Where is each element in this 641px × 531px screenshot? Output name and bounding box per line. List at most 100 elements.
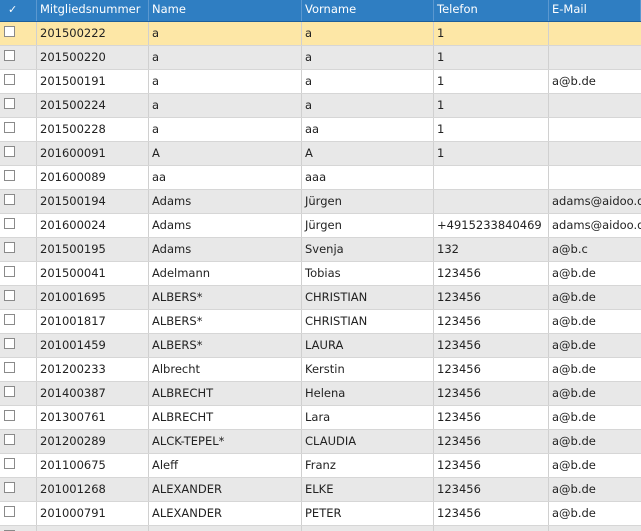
cell-vorname: ELKE [302,478,434,501]
cell-mitgliedsnummer: 201500041 [37,262,149,285]
row-checkbox[interactable] [4,458,15,469]
table-row[interactable]: 201001695 ALBERS* CHRISTIAN 123456 a@b.de [0,286,641,310]
cell-email: a@b.de [552,74,596,88]
cell-name: ALCK-TEPEL* [149,430,302,453]
table-row[interactable]: 201600089 aa aaa [0,166,641,190]
cell-vorname: CHRISTIAN [302,286,434,309]
cell-mitgliedsnummer: 201200289 [37,430,149,453]
cell-name: a [149,118,302,141]
table-row[interactable]: 201200233 Albrecht Kerstin 123456 a@b.de [0,358,641,382]
table-row[interactable]: 201500220 a a 1 [0,46,641,70]
row-checkbox[interactable] [4,194,15,205]
row-select-cell [0,46,37,69]
row-select-cell [0,94,37,117]
row-checkbox[interactable] [4,170,15,181]
table-row[interactable]: 201500195 Adams Svenja 132 a@b.c [0,238,641,262]
column-header-vorname[interactable]: Vorname [302,0,434,21]
row-select-cell [0,406,37,429]
cell-name: ALBERS* [149,310,302,333]
cell-vorname [302,526,434,531]
check-icon[interactable]: ✓ [8,0,17,19]
cell-email: adams@aidoo.de [552,218,641,232]
cell-telefon [434,166,549,189]
cell-vorname: CHRISTIAN [302,310,434,333]
row-checkbox[interactable] [4,290,15,301]
row-checkbox[interactable] [4,506,15,517]
row-checkbox[interactable] [4,434,15,445]
column-header-telefon[interactable]: Telefon [434,0,549,21]
cell-telefon: 123456 [434,478,549,501]
column-header-name[interactable]: Name [149,0,302,21]
row-checkbox[interactable] [4,410,15,421]
cell-email [549,166,641,189]
cell-mitgliedsnummer: 201500224 [37,94,149,117]
row-select-cell [0,310,37,333]
row-checkbox[interactable] [4,50,15,61]
cell-email: a@b.de [552,410,596,424]
cell-mitgliedsnummer: 201500194 [37,190,149,213]
table-row[interactable]: 201300761 ALBRECHT Lara 123456 a@b.de [0,406,641,430]
row-checkbox[interactable] [4,26,15,37]
cell-name: a [149,46,302,69]
table-row[interactable] [0,526,641,531]
table-row[interactable]: 201500228 a aa 1 [0,118,641,142]
cell-telefon [434,526,549,531]
table-row[interactable]: 201400387 ALBRECHT Helena 123456 a@b.de [0,382,641,406]
row-checkbox[interactable] [4,338,15,349]
cell-vorname: Helena [302,382,434,405]
row-select-cell [0,430,37,453]
cell-name: Albrecht [149,358,302,381]
cell-vorname: Franz [302,454,434,477]
cell-email: adams@aidoo.de [552,194,641,208]
table-row[interactable]: 201000791 ALEXANDER PETER 123456 a@b.de [0,502,641,526]
row-select-cell [0,454,37,477]
cell-vorname: Lara [302,406,434,429]
row-checkbox[interactable] [4,242,15,253]
row-select-cell [0,382,37,405]
cell-telefon: 123456 [434,382,549,405]
table-row[interactable]: 201200289 ALCK-TEPEL* CLAUDIA 123456 a@b.de [0,430,641,454]
row-checkbox[interactable] [4,314,15,325]
table-row[interactable]: 201001817 ALBERS* CHRISTIAN 123456 a@b.de [0,310,641,334]
cell-mitgliedsnummer: 201001459 [37,334,149,357]
table-row[interactable]: 201600024 Adams Jürgen +4915233840469 adams@… [0,214,641,238]
row-checkbox[interactable] [4,482,15,493]
table-row[interactable]: 201001459 ALBERS* LAURA 123456 a@b.de [0,334,641,358]
row-checkbox[interactable] [4,362,15,373]
cell-telefon [434,190,549,213]
cell-vorname: LAURA [302,334,434,357]
table-row[interactable]: 201600091 A A 1 [0,142,641,166]
cell-email: a@b.c [552,242,588,256]
row-select-cell [0,190,37,213]
cell-name: a [149,22,302,45]
table-row[interactable]: 201500191 a a 1 a@b.de [0,70,641,94]
row-select-cell [0,478,37,501]
row-checkbox[interactable] [4,74,15,85]
table-row[interactable]: 201100675 Aleff Franz 123456 a@b.de [0,454,641,478]
table-row[interactable]: 201500222 a a 1 [0,22,641,46]
cell-vorname: a [302,94,434,117]
table-row[interactable]: 201500194AdamsJürgen adams@aidoo.de [0,190,641,214]
column-header-email[interactable]: E-Mail [549,0,641,21]
row-select-cell [0,262,37,285]
row-checkbox[interactable] [4,98,15,109]
select-all-header[interactable]: ✓ [0,0,37,21]
table-row[interactable]: 201500224 a a 1 [0,94,641,118]
cell-vorname: Jürgen [302,214,434,237]
cell-email: a@b.de [552,482,596,496]
table-row[interactable]: 201001268 ALEXANDER ELKE 123456 a@b.de [0,478,641,502]
cell-name: Adelmann [149,262,302,285]
row-checkbox[interactable] [4,146,15,157]
column-header-mitgliedsnummer[interactable]: Mitgliedsnummer [37,0,149,21]
row-select-cell [0,334,37,357]
row-checkbox[interactable] [4,266,15,277]
cell-email [549,46,641,69]
row-select-cell [0,214,37,237]
row-checkbox[interactable] [4,122,15,133]
cell-mitgliedsnummer: 201500195 [37,238,149,261]
cell-vorname: a [302,46,434,69]
table-row[interactable]: 201500041 Adelmann Tobias 123456 a@b.de [0,262,641,286]
row-checkbox[interactable] [4,386,15,397]
row-checkbox[interactable] [4,218,15,229]
members-grid: ✓ Mitgliedsnummer Name Vorname Telefon E… [0,0,641,531]
